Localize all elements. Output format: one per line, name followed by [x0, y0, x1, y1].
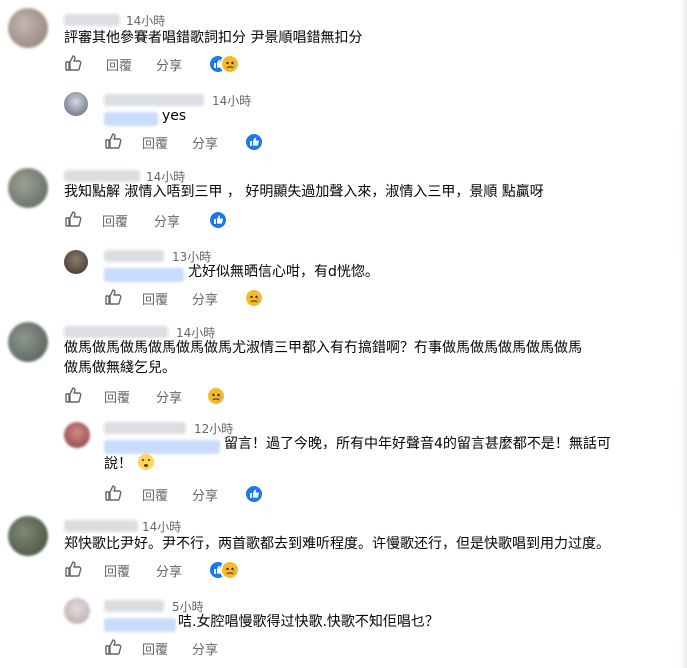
comment-text-line-2: 做馬做無綫乞兒。 — [64, 360, 176, 376]
avatar[interactable] — [8, 516, 48, 556]
comment-actions: 回覆 分享 — [104, 288, 284, 308]
commenter-name[interactable] — [104, 600, 164, 612]
reply-button[interactable]: 回覆 — [104, 387, 130, 406]
emoji-icon — [138, 454, 155, 470]
comment-actions: 回覆 分享 — [104, 484, 284, 504]
commenter-name[interactable] — [104, 250, 164, 262]
sad-reaction-icon[interactable] — [220, 54, 240, 74]
mention-tag[interactable] — [104, 268, 184, 282]
like-reaction-icon[interactable] — [244, 484, 264, 504]
comment-text: 尤好似無晒信心咁，有d恍惚。 — [188, 264, 379, 280]
thumbs-up-icon[interactable] — [64, 386, 82, 404]
avatar[interactable] — [8, 8, 48, 48]
comment-8: 5小時 咭.女腔唱慢歌得过快歌.快歌不知佢唱乜？ 回覆 分享 — [0, 588, 680, 668]
reply-button[interactable]: 回覆 — [142, 639, 168, 658]
comment-actions: 回覆 分享 — [104, 638, 284, 658]
thumbs-up-icon[interactable] — [104, 638, 122, 656]
reply-button[interactable]: 回覆 — [106, 55, 132, 74]
avatar[interactable] — [8, 322, 48, 362]
share-button[interactable]: 分享 — [192, 485, 218, 504]
commenter-name[interactable] — [64, 14, 120, 26]
share-button[interactable]: 分享 — [192, 133, 218, 152]
mention-tag[interactable] — [104, 618, 176, 632]
thumbs-up-icon[interactable] — [104, 132, 122, 150]
comment-time[interactable]: 14小時 — [126, 12, 165, 29]
commenter-name[interactable] — [104, 94, 204, 106]
comment-2: 14小時 yes 回覆 分享 — [0, 82, 680, 160]
reply-button[interactable]: 回覆 — [142, 485, 168, 504]
comment-text: 評審其他參賽者唱錯歌詞扣分 尹景順唱錯無扣分 — [64, 30, 363, 46]
avatar[interactable] — [64, 598, 90, 624]
avatar[interactable] — [64, 422, 90, 448]
share-button[interactable]: 分享 — [156, 55, 182, 74]
thumbs-up-icon[interactable] — [104, 484, 122, 502]
comment-3: 14小時 我知點解 淑情入唔到三甲 ， 好明顯失過加聲入來，淑情入三甲，景順 點… — [0, 160, 680, 238]
comment-text-line-2-content: 說！ — [104, 456, 132, 472]
comment-6: 12小時 留言！過了今晚，所有中年好聲音4的留言甚麼都不是！無話可 說！ 回覆 … — [0, 412, 680, 510]
commenter-name[interactable] — [64, 326, 168, 338]
share-button[interactable]: 分享 — [156, 387, 182, 406]
mention-tag[interactable] — [104, 440, 220, 454]
avatar[interactable] — [64, 250, 88, 274]
reply-button[interactable]: 回覆 — [142, 133, 168, 152]
comment-time[interactable]: 14小時 — [142, 518, 181, 535]
commenter-name[interactable] — [64, 170, 140, 182]
reply-button[interactable]: 回覆 — [142, 289, 168, 308]
comment-text: yes — [162, 108, 187, 124]
comment-text: 郑快歌比尹好。尹不行，两首歌都去到难听程度。许慢歌还行，但是快歌唱到用力过度。 — [64, 536, 610, 552]
like-reaction-icon[interactable] — [244, 132, 264, 152]
sad-reaction-icon[interactable] — [206, 386, 226, 406]
commenter-name[interactable] — [104, 422, 186, 434]
comment-text-line-2: 說！ — [104, 454, 155, 474]
reply-button[interactable]: 回覆 — [104, 561, 130, 580]
share-button[interactable]: 分享 — [192, 639, 218, 658]
avatar[interactable] — [8, 168, 48, 208]
sad-reaction-icon[interactable] — [244, 288, 264, 308]
comment-text: 咭.女腔唱慢歌得过快歌.快歌不知佢唱乜？ — [178, 614, 439, 630]
thumbs-up-icon[interactable] — [64, 560, 82, 578]
comment-4: 13小時 尤好似無晒信心咁，有d恍惚。 回覆 分享 — [0, 238, 680, 316]
commenter-name[interactable] — [64, 520, 138, 532]
comment-5: 14小時 做馬做馬做馬做馬做馬做馬尤淑情三甲都入有冇搞錯啊？冇事做馬做馬做馬做馬… — [0, 316, 680, 412]
comment-actions: 回覆 分享 — [104, 132, 284, 152]
comment-7: 14小時 郑快歌比尹好。尹不行，两首歌都去到难听程度。许慢歌还行，但是快歌唱到用… — [0, 510, 680, 588]
comment-actions: 回覆 分享 — [64, 560, 264, 580]
comment-actions: 回覆 分享 — [64, 386, 264, 406]
mention-tag[interactable] — [104, 112, 158, 126]
comment-actions: 回覆 分享 — [64, 210, 264, 230]
share-button[interactable]: 分享 — [156, 561, 182, 580]
thumbs-up-icon[interactable] — [64, 210, 82, 228]
comment-1: 14小時 評審其他參賽者唱錯歌詞扣分 尹景順唱錯無扣分 回覆 分享 — [0, 0, 680, 82]
avatar[interactable] — [64, 92, 88, 116]
comment-actions: 回覆 分享 — [64, 54, 264, 74]
comment-text: 我知點解 淑情入唔到三甲 ， 好明顯失過加聲入來，淑情入三甲，景順 點贏呀 — [64, 184, 544, 200]
reply-button[interactable]: 回覆 — [102, 211, 128, 230]
like-reaction-icon[interactable] — [208, 210, 228, 230]
share-button[interactable]: 分享 — [192, 289, 218, 308]
share-button[interactable]: 分享 — [154, 211, 180, 230]
thumbs-up-icon[interactable] — [64, 54, 82, 72]
comment-text-line-1: 留言！過了今晚，所有中年好聲音4的留言甚麼都不是！無話可 — [224, 436, 611, 452]
comment-text-line-1: 做馬做馬做馬做馬做馬做馬尤淑情三甲都入有冇搞錯啊？冇事做馬做馬做馬做馬做馬 — [64, 340, 582, 356]
comment-time[interactable]: 14小時 — [212, 92, 251, 109]
scroll-edge — [680, 0, 687, 668]
sad-reaction-icon[interactable] — [220, 560, 240, 580]
thumbs-up-icon[interactable] — [104, 288, 122, 306]
